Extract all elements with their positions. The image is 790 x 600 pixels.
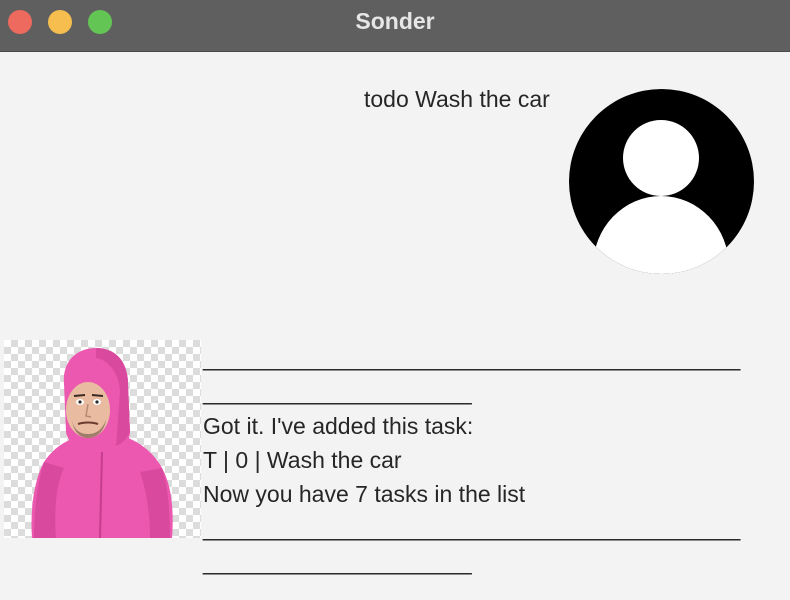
bot-message-line: Now you have 7 tasks in the list [203, 481, 526, 507]
bot-message-line: T | 0 | Wash the car [203, 447, 402, 473]
app-window: Sonder todo Wash the car _______________… [0, 0, 790, 600]
bot-message-line: ________________________________________… [203, 345, 741, 371]
bot-message-line: Got it. I've added this task: [203, 413, 474, 439]
bot-message-line: ________________________________________… [203, 515, 741, 541]
pink-suit-man-icon [31, 348, 173, 538]
window-title: Sonder [355, 8, 435, 34]
bot-message-line: _____________________ [203, 549, 472, 575]
user-message-text: todo Wash the car [364, 86, 550, 112]
bot-message-line: _____________________ [203, 379, 472, 405]
user-avatar-icon [569, 89, 754, 274]
chat-area: todo Wash the car ______________________… [0, 52, 790, 600]
bot-avatar-image [4, 340, 201, 538]
bot-message: _____________________ ___________________… [203, 341, 740, 579]
title-bar[interactable]: Sonder [0, 0, 790, 52]
